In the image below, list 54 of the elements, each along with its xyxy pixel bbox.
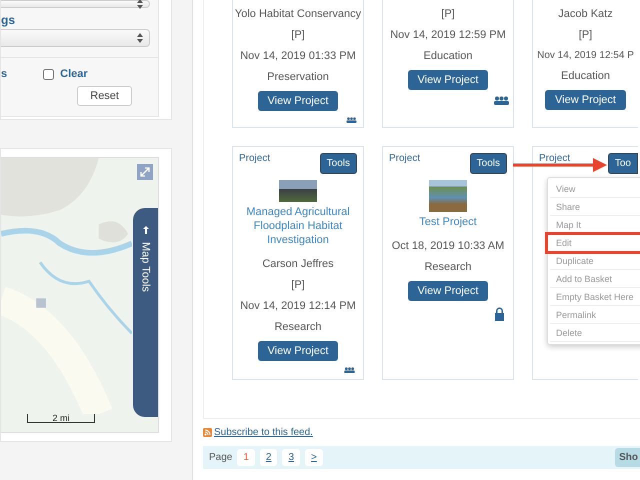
page-link[interactable]: 2: [260, 449, 278, 466]
reset-button[interactable]: Reset: [77, 86, 132, 106]
show-button[interactable]: Sho: [615, 448, 640, 467]
visibility-text: [P]: [578, 29, 592, 41]
expand-icon: [140, 167, 150, 177]
date-text: Nov 14, 2019 12:14 PM: [240, 300, 356, 312]
date-text: Oct 18, 2019 10:33 AM: [392, 240, 504, 252]
expand-button[interactable]: [137, 164, 153, 180]
category-text: Education: [424, 50, 472, 62]
category-text: Preservation: [267, 71, 329, 83]
select-field[interactable]: [1, 29, 150, 47]
map-drawing[interactable]: [1, 158, 132, 414]
tools-button[interactable]: Tools: [470, 153, 507, 174]
view-project-button[interactable]: View Project: [408, 70, 488, 90]
page-link[interactable]: 1: [237, 449, 255, 466]
page-label: Page: [209, 452, 232, 463]
type-label: Project: [389, 153, 420, 164]
type-label: Project: [239, 153, 270, 164]
type-label: Project: [539, 153, 570, 164]
visibility-text: [P]: [441, 8, 455, 20]
scale-bar: 2 mi: [27, 414, 95, 423]
page-link[interactable]: >: [305, 449, 323, 466]
view-project-button[interactable]: View Project: [258, 340, 338, 361]
rss-icon: [203, 428, 212, 437]
date-text: Nov 14, 2019 12:59 PM: [390, 29, 506, 41]
view-project-button[interactable]: View Project: [408, 280, 488, 301]
select-arrows-icon: [137, 33, 143, 43]
date-text: Nov 14, 2019 12:54 P: [537, 50, 634, 61]
category-text: Education: [561, 70, 610, 82]
map-tools-tab[interactable]: Map Tools: [133, 208, 158, 417]
visibility-text: [P]: [291, 29, 305, 41]
author-text: Carson Jeffres: [262, 258, 334, 270]
filter-link[interactable]: s: [1, 68, 8, 80]
view-project-button[interactable]: View Project: [258, 91, 338, 111]
subscribe-link[interactable]: Subscribe to this feed.: [203, 427, 313, 438]
author-text: Jacob Katz: [558, 8, 613, 20]
select-arrows-icon: [137, 0, 143, 9]
page-link[interactable]: 3: [282, 449, 300, 466]
clear-label[interactable]: Clear: [60, 68, 88, 80]
category-text: Research: [424, 260, 472, 273]
tools-button[interactable]: Tools: [320, 153, 357, 174]
author-text: Yolo Habitat Conservancy: [234, 8, 362, 20]
visibility-text: [P]: [291, 278, 305, 291]
tools-button[interactable]: Too: [608, 153, 638, 174]
date-text: Nov 14, 2019 01:33 PM: [240, 50, 356, 62]
clear-checkbox[interactable]: [43, 68, 54, 80]
project-title-link[interactable]: Managed Agricultural Floodplain Habitat Investigation: [239, 206, 357, 248]
field-label: gs: [1, 12, 16, 29]
category-text: Research: [274, 320, 322, 333]
menu-item[interactable]: Share: [550, 198, 640, 216]
project-title-link[interactable]: Test Project: [419, 216, 477, 230]
arrow-up-icon: [142, 226, 148, 234]
view-project-button[interactable]: View Project: [545, 90, 626, 110]
select-field[interactable]: [1, 0, 150, 8]
